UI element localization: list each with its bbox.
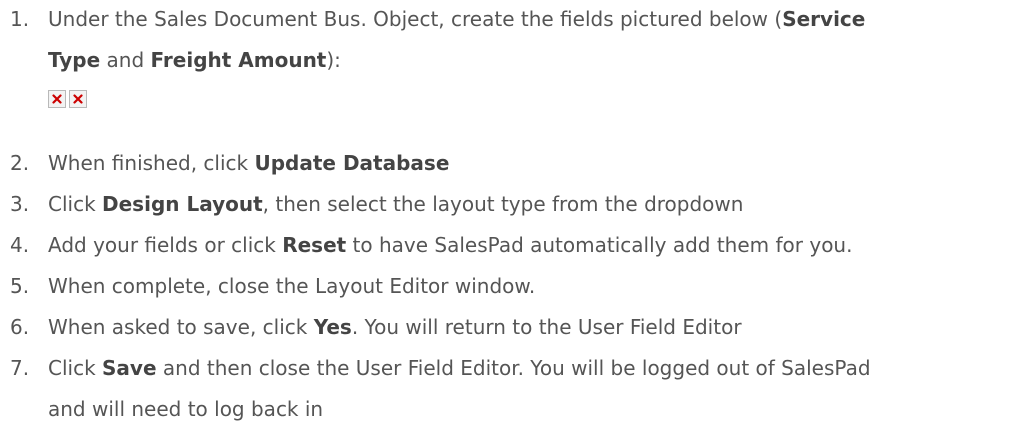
step-text: Click: [48, 192, 103, 216]
step-text-mid: and then close the User Field Editor. Yo…: [156, 356, 871, 380]
step-text: Add your fields or click: [48, 233, 283, 257]
yes-label: Yes: [313, 315, 352, 339]
step-text-and: and: [100, 48, 151, 72]
update-database-label: Update Database: [254, 151, 450, 175]
step-text: Under the Sales Document Bus. Object, cr…: [48, 7, 783, 31]
broken-image-icon: [69, 90, 87, 108]
step-number: 1.: [10, 7, 30, 31]
step-2: 2. When finished, click Update Database: [0, 143, 1023, 184]
step-5: 5. When complete, close the Layout Edito…: [0, 266, 1023, 307]
step-text-end: . You will return to the User Field Edit…: [351, 315, 742, 339]
step-number: 3.: [10, 192, 30, 216]
step-text: When asked to save, click: [48, 315, 314, 339]
broken-image-icon: [48, 90, 66, 108]
step-text-end: , then select the layout type from the d…: [262, 192, 744, 216]
step-text: Click: [48, 356, 103, 380]
step-text-continued: Type and Freight Amount):: [48, 40, 1023, 81]
step-text-end: ):: [326, 48, 341, 72]
step-6: 6. When asked to save, click Yes. You wi…: [0, 307, 1023, 348]
field-name-type: Type: [48, 48, 101, 72]
design-layout-label: Design Layout: [102, 192, 263, 216]
step-3: 3. Click Design Layout, then select the …: [0, 184, 1023, 225]
step-text-end: to have SalesPad automatically add them …: [346, 233, 853, 257]
step-number: 4.: [10, 233, 30, 257]
save-label: Save: [102, 356, 157, 380]
field-name-service: Service: [782, 7, 866, 31]
step-1: 1. Under the Sales Document Bus. Object,…: [0, 0, 1023, 81]
step-number: 5.: [10, 274, 30, 298]
step-number: 6.: [10, 315, 30, 339]
step-text-continued: and will need to log back in: [48, 397, 324, 421]
step-text: When finished, click: [48, 151, 255, 175]
step-number: 2.: [10, 151, 30, 175]
field-name-freight-amount: Freight Amount: [150, 48, 327, 72]
step-7: 7. Click Save and then close the User Fi…: [0, 348, 1023, 430]
step-4: 4. Add your fields or click Reset to hav…: [0, 225, 1023, 266]
step-text: When complete, close the Layout Editor w…: [48, 274, 536, 298]
step-number: 7.: [10, 356, 30, 380]
reset-label: Reset: [282, 233, 347, 257]
field-images: [48, 90, 87, 108]
